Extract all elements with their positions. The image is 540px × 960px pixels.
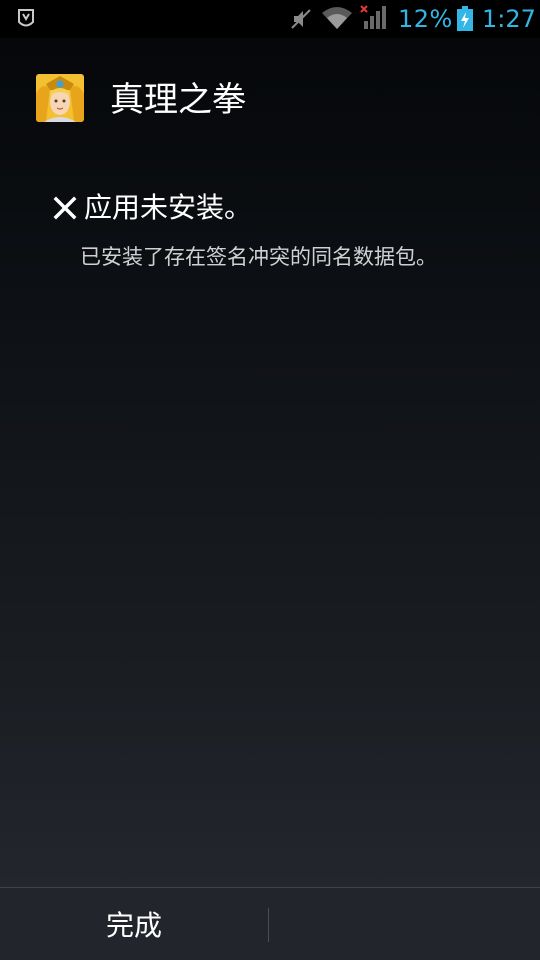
button-bar: 完成 <box>0 887 540 960</box>
status-bar: 12% 1:27 <box>0 0 540 38</box>
error-detail: 已安装了存在签名冲突的同名数据包。 <box>80 245 437 269</box>
close-icon <box>53 196 77 220</box>
battery-percent: 12% <box>398 5 453 33</box>
battery-icon <box>457 6 473 31</box>
mute-icon <box>291 9 311 29</box>
clock: 1:27 <box>482 5 536 33</box>
done-button[interactable]: 完成 <box>0 888 268 960</box>
wifi-icon <box>322 7 352 29</box>
error-heading: 应用未安装。 <box>52 188 252 228</box>
signal-icon <box>360 5 386 29</box>
installer-screen: 12% 1:27 真理之拳 应用未安装。 已安装了存在签名冲突的同名数据包。 完… <box>0 0 540 960</box>
app-title: 真理之拳 <box>110 80 246 120</box>
notification-icon <box>18 9 34 27</box>
empty-button-slot <box>269 888 540 960</box>
app-icon <box>36 74 84 122</box>
error-title: 应用未安装。 <box>84 191 253 224</box>
